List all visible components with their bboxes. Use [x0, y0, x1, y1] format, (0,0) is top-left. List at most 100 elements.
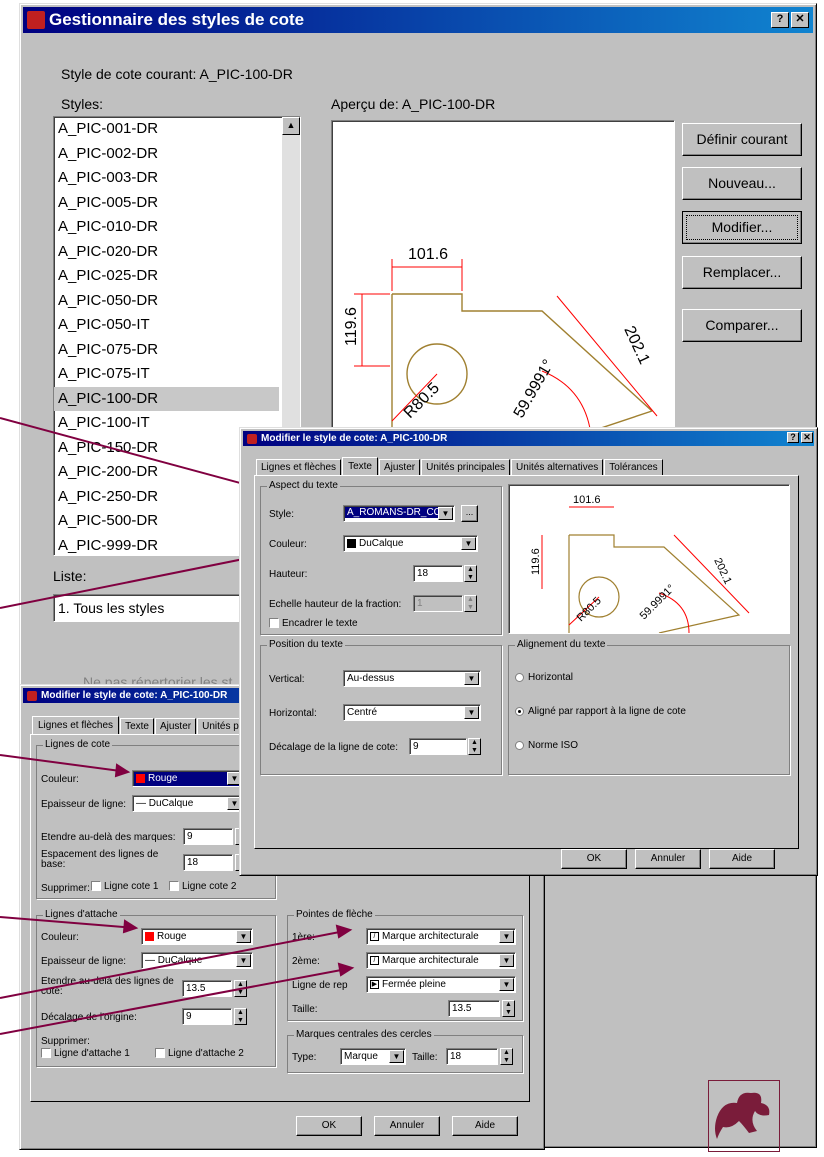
- leader-arrow-dropdown[interactable]: ▶ Fermée pleine ▼: [366, 976, 516, 993]
- text-style-dropdown-arrow-icon[interactable]: ▼: [438, 507, 453, 520]
- text-height-label: Hauteur:: [269, 569, 308, 580]
- arch-tick-icon: /: [370, 931, 379, 941]
- center-size-spinner[interactable]: ▲ ▼: [500, 1048, 513, 1065]
- text-height-spinner[interactable]: ▲ ▼: [464, 565, 477, 582]
- ext-color-dropdown[interactable]: Rouge ▼: [141, 928, 253, 945]
- text-style-more-button[interactable]: ...: [461, 505, 478, 522]
- text-tab-1[interactable]: Texte: [342, 457, 378, 476]
- fraction-scale-spinner[interactable]: ▲ ▼: [464, 595, 477, 612]
- vertical-dropdown-arrow-icon[interactable]: ▼: [464, 672, 479, 685]
- text-position-group: Position du texte Vertical: Au-dessus ▼ H…: [260, 639, 502, 775]
- ext-suppress1-checkbox[interactable]: Ligne d'attache 1: [41, 1048, 130, 1059]
- baseline-input[interactable]: 18: [183, 854, 233, 871]
- suppress-label: Supprimer:: [41, 883, 90, 894]
- ext-offset-spinner[interactable]: ▲ ▼: [234, 1008, 247, 1025]
- arrow-size-input[interactable]: 13.5: [448, 1000, 500, 1017]
- horizontal-dropdown-arrow-icon[interactable]: ▼: [464, 706, 479, 719]
- text-appearance-group-label: Aspect du texte: [267, 480, 340, 491]
- lines-ok-button[interactable]: OK: [296, 1116, 362, 1136]
- horizontal-dropdown[interactable]: Centré ▼: [343, 704, 481, 721]
- align-iso-label: Norme ISO: [528, 740, 579, 751]
- text-cancel-button[interactable]: Annuler: [635, 849, 701, 869]
- ext-weight-value: DuCalque: [157, 955, 203, 966]
- text-style-dropdown[interactable]: A_ROMANS-DR_COT ▼: [343, 505, 455, 522]
- align-horizontal-label: Horizontal: [528, 672, 574, 683]
- arrow-size-spinner[interactable]: ▲ ▼: [502, 1000, 515, 1017]
- text-color-label: Couleur:: [269, 539, 307, 550]
- dimline-weight-value: DuCalque: [148, 798, 194, 809]
- align-horizontal-radio[interactable]: Horizontal: [515, 672, 573, 683]
- text-dialog-tabs: Lignes et flèches Texte Ajuster Unités prin…: [256, 457, 664, 476]
- small-dim-angle: 59.9991°: [638, 582, 678, 622]
- ext-offset-input[interactable]: 9: [182, 1008, 232, 1025]
- dimline-color-dropdown[interactable]: Rouge ▼: [132, 770, 244, 787]
- offset-input[interactable]: 9: [409, 738, 467, 755]
- ext-beyond-input[interactable]: 13.5: [182, 980, 232, 997]
- second-arrow-label: 2ème:: [292, 956, 320, 967]
- center-type-arrow-icon[interactable]: ▼: [389, 1050, 404, 1063]
- lines-help-button[interactable]: Aide: [452, 1116, 518, 1136]
- lines-tab-2[interactable]: Ajuster: [154, 718, 197, 735]
- text-tab-3[interactable]: Unités principales: [421, 459, 511, 476]
- autocad-small-icon: [247, 433, 257, 444]
- baseline-label: Espacement des lignes de base:: [41, 849, 159, 870]
- ext-weight-arrow-icon[interactable]: ▼: [236, 954, 251, 967]
- text-help-title-button[interactable]: ?: [787, 432, 799, 443]
- second-arrow-value: Marque architecturale: [382, 955, 479, 966]
- leader-arrow-dropdown-arrow-icon[interactable]: ▼: [499, 978, 514, 991]
- align-iso-radio[interactable]: Norme ISO: [515, 740, 578, 751]
- lion-logo: [708, 1080, 780, 1152]
- suppress-dimline1-checkbox[interactable]: Ligne cote 1: [91, 881, 159, 892]
- ext-offset-label: Décalage de l'origine:: [41, 1012, 137, 1023]
- ext-suppress2-checkbox[interactable]: Ligne d'attache 2: [155, 1048, 244, 1059]
- text-tab-0[interactable]: Lignes et flèches: [256, 459, 342, 476]
- first-arrow-label: 1ère:: [292, 932, 315, 943]
- text-tab-5[interactable]: Tolérances: [604, 459, 663, 476]
- extend-input[interactable]: 9: [183, 828, 233, 845]
- ext-weight-dropdown[interactable]: — DuCalque ▼: [141, 952, 253, 969]
- center-marks-group-label: Marques centrales des cercles: [294, 1029, 434, 1040]
- autocad-small-icon-2: [27, 690, 37, 701]
- center-size-label: Taille:: [412, 1052, 438, 1063]
- center-type-dropdown[interactable]: Marque ▼: [340, 1048, 406, 1065]
- arrow-size-label: Taille:: [292, 1004, 318, 1015]
- ext-weight-label: Epaisseur de ligne:: [41, 956, 127, 967]
- align-dimline-radio[interactable]: Aligné par rapport à la ligne de cote: [515, 706, 686, 717]
- ext-suppress1-label: Ligne d'attache 1: [54, 1048, 130, 1059]
- lines-tab-1[interactable]: Texte: [120, 718, 154, 735]
- ext-beyond-spinner[interactable]: ▲ ▼: [234, 980, 247, 997]
- text-appearance-group: Aspect du texte Style: A_ROMANS-DR_COT ▼…: [260, 480, 502, 635]
- vertical-dropdown[interactable]: Au-dessus ▼: [343, 670, 481, 687]
- text-color-dropdown[interactable]: DuCalque ▼: [343, 535, 478, 552]
- fraction-scale-label: Echelle hauteur de la fraction:: [269, 599, 402, 610]
- first-arrow-value: Marque architecturale: [382, 931, 479, 942]
- lines-dialog-tabs: Lignes et flèches Texte Ajuster Unités prin…: [32, 716, 263, 735]
- arch-tick-icon-2: /: [370, 955, 379, 965]
- text-tab-2[interactable]: Ajuster: [378, 459, 421, 476]
- text-height-input[interactable]: 18: [413, 565, 463, 582]
- ext-color-arrow-icon[interactable]: ▼: [236, 930, 251, 943]
- center-size-input[interactable]: 18: [446, 1048, 498, 1065]
- first-arrow-dropdown-arrow-icon[interactable]: ▼: [499, 930, 514, 943]
- ext-color-swatch: [145, 931, 154, 941]
- first-arrow-dropdown[interactable]: / Marque architecturale ▼: [366, 928, 516, 945]
- lines-tab-0[interactable]: Lignes et flèches: [32, 716, 120, 735]
- text-position-group-label: Position du texte: [267, 639, 345, 650]
- text-help-button[interactable]: Aide: [709, 849, 775, 869]
- lines-cancel-button[interactable]: Annuler: [374, 1116, 440, 1136]
- text-alignment-group: Alignement du texte Horizontal Aligné pa…: [508, 639, 790, 775]
- text-tab-4[interactable]: Unités alternatives: [511, 459, 604, 476]
- text-close-title-button[interactable]: ✕: [801, 432, 813, 443]
- frame-text-checkbox[interactable]: Encadrer le texte: [269, 618, 358, 629]
- text-ok-button[interactable]: OK: [561, 849, 627, 869]
- small-dim-top: 101.6: [573, 494, 601, 506]
- modify-dimstyle-text-dialog: Modifier le style de cote: A_PIC-100-DR …: [239, 427, 818, 876]
- second-arrow-dropdown[interactable]: / Marque architecturale ▼: [366, 952, 516, 969]
- fraction-scale-input[interactable]: 1: [413, 595, 463, 612]
- offset-spinner[interactable]: ▲ ▼: [468, 738, 481, 755]
- dimline-weight-dropdown[interactable]: — DuCalque ▼: [132, 795, 244, 812]
- text-color-dropdown-arrow-icon[interactable]: ▼: [461, 537, 476, 550]
- second-arrow-dropdown-arrow-icon[interactable]: ▼: [499, 954, 514, 967]
- suppress-dimline2-checkbox[interactable]: Ligne cote 2: [169, 881, 237, 892]
- leader-arrow-label: Ligne de rep: [292, 980, 348, 991]
